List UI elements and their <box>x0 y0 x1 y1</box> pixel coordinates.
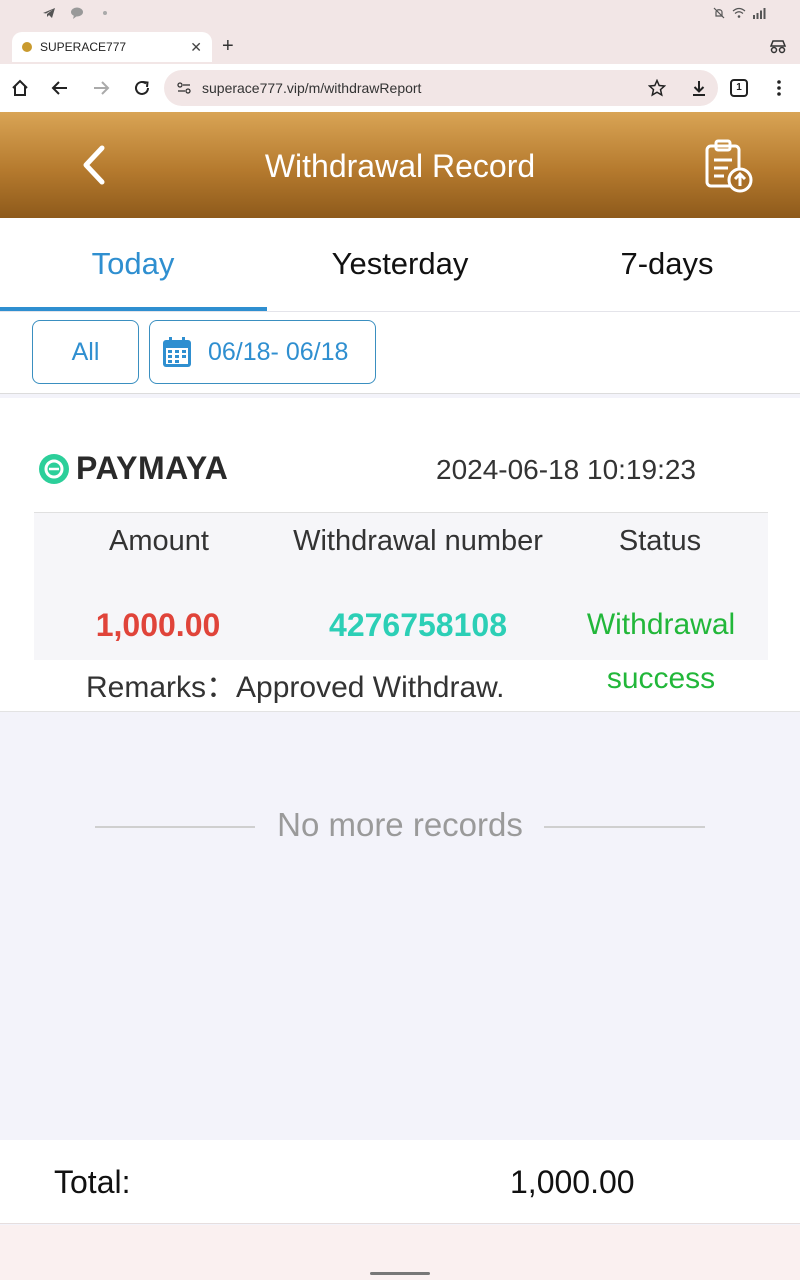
forward-arrow-icon[interactable] <box>91 78 111 98</box>
tab-7-days[interactable]: 7-days <box>534 246 800 282</box>
app-header: Withdrawal Record <box>0 112 800 218</box>
end-of-list: No more records <box>0 806 800 846</box>
telegram-icon <box>43 8 55 18</box>
status-value-line2: success <box>606 662 716 695</box>
total-label: Total: <box>54 1164 131 1200</box>
filter-bar: All 06/18- 06/18 <box>0 312 800 394</box>
amount-value: 1,000.00 <box>95 607 221 643</box>
back-arrow-icon[interactable] <box>50 78 70 98</box>
date-range-button[interactable]: 06/18- 06/18 <box>149 320 376 384</box>
browser-tab[interactable]: SUPERACE777 ✕ <box>12 32 212 62</box>
signal-icon <box>753 8 766 19</box>
wifi-icon <box>732 7 746 18</box>
active-tab-indicator <box>0 307 267 311</box>
gesture-home-bar[interactable] <box>370 1272 430 1275</box>
address-bar[interactable]: superace777.vip/m/withdrawReport <box>164 70 718 106</box>
mute-icon <box>713 7 725 19</box>
withdrawal-number-value: 4276758108 <box>329 607 507 643</box>
tab-today[interactable]: Today <box>0 246 266 282</box>
total-bar: Total: 1,000.00 <box>0 1140 800 1224</box>
system-status-bar <box>0 0 800 28</box>
clipboard-upload-icon[interactable] <box>704 138 754 194</box>
column-header-status: Status <box>618 525 702 557</box>
column-header-number: Withdrawal number <box>293 525 543 557</box>
browser-tab-strip: SUPERACE777 ✕ + <box>0 28 800 64</box>
menu-dots-icon[interactable] <box>769 78 789 98</box>
total-value: 1,000.00 <box>510 1164 635 1200</box>
calendar-icon <box>163 337 191 367</box>
reload-icon[interactable] <box>132 78 152 98</box>
tab-yesterday[interactable]: Yesterday <box>267 246 533 282</box>
dot-icon <box>103 11 107 15</box>
payment-method-name: PAYMAYA <box>76 450 229 486</box>
date-range-label: 06/18- 06/18 <box>208 337 349 366</box>
payment-method: PAYMAYA <box>38 450 228 487</box>
page-title: Withdrawal Record <box>264 148 536 184</box>
incognito-icon[interactable] <box>768 36 788 56</box>
tab-switcher-button[interactable]: 1 <box>730 79 748 97</box>
no-more-records-text: No more records <box>277 806 523 843</box>
withdrawal-record-card: PAYMAYA 2024-06-18 10:19:23 Amount Withd… <box>0 398 800 712</box>
url-text: superace777.vip/m/withdrawReport <box>202 80 422 96</box>
site-settings-icon[interactable] <box>176 80 192 96</box>
bookmark-star-icon[interactable] <box>648 79 666 97</box>
status-value: Withdrawal <box>586 608 736 641</box>
download-icon[interactable] <box>690 79 708 97</box>
chat-icon <box>71 7 83 19</box>
type-filter-button[interactable]: All <box>32 320 139 384</box>
paymaya-logo-icon <box>39 453 69 484</box>
column-header-amount: Amount <box>109 525 209 557</box>
browser-toolbar: superace777.vip/m/withdrawReport 1 <box>0 64 800 112</box>
new-tab-icon[interactable]: + <box>222 36 234 56</box>
remarks-text: Remarks：Approved Withdraw. <box>86 671 505 704</box>
record-datetime: 2024-06-18 10:19:23 <box>436 454 696 485</box>
close-tab-icon[interactable]: ✕ <box>190 39 202 56</box>
divider-right <box>544 826 705 828</box>
tab-title: SUPERACE777 <box>40 40 127 54</box>
period-tabs: Today Yesterday 7-days <box>0 218 800 312</box>
site-favicon-icon <box>22 42 32 52</box>
home-icon[interactable] <box>10 78 30 98</box>
